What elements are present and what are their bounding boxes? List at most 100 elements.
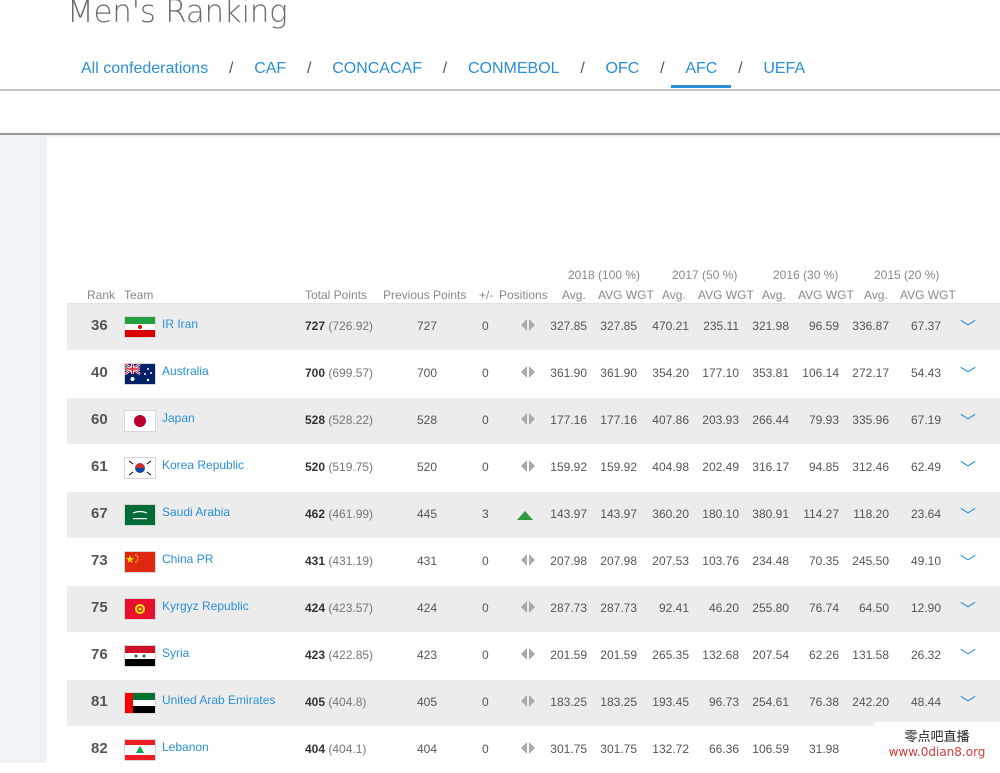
year-header-2016: 2016 (30 %) [773, 268, 839, 282]
year-value-cell: 132.72 [652, 742, 689, 756]
year-value-cell: 76.74 [808, 601, 839, 615]
korea-flag [124, 457, 156, 479]
chevron-down-icon[interactable]: ﹀ [960, 361, 976, 385]
column-header-avgwgt-2017: AVG WGT [698, 288, 754, 302]
year-value-cell: 266.44 [752, 413, 789, 427]
year-value-cell: 132.68 [702, 648, 739, 662]
team-link[interactable]: Korea Republic [162, 458, 244, 472]
tab-concacaf[interactable]: CONCACAF [318, 58, 436, 88]
china-flag [124, 551, 156, 573]
table-row[interactable]: 76 Syria 423 (422.85) 423 0 201.59 201.59 265.3… [67, 633, 1000, 679]
table-row[interactable]: 61 Korea Republic 520 (519.75) 520 0 159.92 15… [67, 445, 1000, 491]
chevron-down-icon[interactable]: ﹀ [960, 643, 976, 667]
team-link[interactable]: Saudi Arabia [162, 505, 230, 519]
year-value-cell: 92.41 [658, 601, 689, 615]
rank-cell: 73 [91, 552, 108, 569]
total-points-cell: 727 (726.92) [305, 319, 373, 333]
team-link[interactable]: Kyrgyz Republic [162, 599, 249, 613]
year-value-cell: 66.36 [708, 742, 739, 756]
left-gutter [0, 135, 47, 763]
plus-minus-cell: 0 [482, 648, 489, 662]
total-points-exact: (699.57) [328, 366, 374, 380]
plus-minus-cell: 0 [482, 554, 489, 568]
total-points-cell: 528 (528.22) [305, 413, 373, 427]
chevron-down-icon[interactable]: ﹀ [960, 314, 976, 338]
year-value-cell: 79.93 [808, 413, 839, 427]
plus-minus-cell: 0 [482, 601, 489, 615]
chevron-down-icon[interactable]: ﹀ [960, 690, 976, 714]
year-value-cell: 353.81 [752, 366, 789, 380]
chevron-down-icon[interactable]: ﹀ [960, 408, 976, 432]
total-points-exact: (423.57) [328, 601, 374, 615]
rank-cell: 81 [91, 693, 108, 710]
position-unchanged-icon [520, 319, 536, 334]
table-row[interactable]: 73 China PR 431 (431.19) 431 0 207.98 207.98 20… [67, 539, 1000, 585]
confederation-tabs: All confederations / CAF / CONCACAF / CO… [67, 58, 819, 92]
team-link[interactable]: IR Iran [162, 317, 198, 331]
team-link[interactable]: Japan [162, 411, 195, 425]
rank-cell: 82 [91, 740, 108, 757]
column-header-avgwgt-2016: AVG WGT [798, 288, 854, 302]
chevron-down-icon[interactable]: ﹀ [960, 502, 976, 526]
total-points-cell: 462 (461.99) [305, 507, 373, 521]
australia-flag [124, 363, 156, 385]
previous-points-cell: 528 [417, 413, 438, 427]
year-value-cell: 327.85 [600, 319, 637, 333]
team-link[interactable]: Syria [162, 646, 189, 660]
year-value-cell: 31.98 [808, 742, 839, 756]
year-value-cell: 48.44 [910, 695, 941, 709]
total-points-value: 700 [305, 366, 329, 380]
plus-minus-cell: 0 [482, 695, 489, 709]
year-value-cell: 207.98 [550, 554, 587, 568]
year-value-cell: 404.98 [652, 460, 689, 474]
previous-points-cell: 424 [417, 601, 438, 615]
column-header-positions: Positions [499, 288, 548, 302]
team-link[interactable]: China PR [162, 552, 213, 566]
team-link[interactable]: Lebanon [162, 740, 209, 754]
year-value-cell: 94.85 [808, 460, 839, 474]
column-header-team: Team [124, 288, 154, 302]
column-header-plus-minus: +/- [479, 288, 494, 302]
chevron-down-icon[interactable]: ﹀ [960, 549, 976, 573]
total-points-cell: 405 (404.8) [305, 695, 366, 709]
year-value-cell: 183.25 [600, 695, 637, 709]
chevron-down-icon[interactable]: ﹀ [960, 596, 976, 620]
year-value-cell: 265.35 [652, 648, 689, 662]
tab-ofc[interactable]: OFC [592, 58, 654, 88]
total-points-value: 404 [305, 742, 329, 756]
tab-separator: / [228, 60, 234, 77]
team-link[interactable]: Australia [162, 364, 209, 378]
year-value-cell: 301.75 [600, 742, 637, 756]
position-unchanged-icon [520, 695, 536, 710]
tab-conmebol[interactable]: CONMEBOL [454, 58, 574, 88]
table-row[interactable]: 75 Kyrgyz Republic 424 (423.57) 424 0 287.73 2… [67, 586, 1000, 632]
year-value-cell: 159.92 [600, 460, 637, 474]
rank-cell: 61 [91, 458, 108, 475]
tab-afc[interactable]: AFC [671, 58, 732, 88]
plus-minus-cell: 0 [482, 413, 489, 427]
tab-caf[interactable]: CAF [240, 58, 300, 88]
year-value-cell: 242.20 [852, 695, 889, 709]
year-value-cell: 203.93 [702, 413, 739, 427]
year-value-cell: 361.90 [550, 366, 587, 380]
tab-all-confederations[interactable]: All confederations [67, 58, 222, 88]
chevron-down-icon[interactable]: ﹀ [960, 455, 976, 479]
previous-points-cell: 727 [417, 319, 438, 333]
year-value-cell: 26.32 [910, 648, 941, 662]
year-value-cell: 321.98 [752, 319, 789, 333]
year-value-cell: 103.76 [702, 554, 739, 568]
table-row[interactable]: 81 United Arab Emirates 405 (404.8) 405 0 183… [67, 680, 1000, 726]
total-points-value: 528 [305, 413, 329, 427]
previous-points-cell: 445 [417, 507, 438, 521]
total-points-value: 462 [305, 507, 329, 521]
table-row[interactable]: 40 Australia 700 (699.57) 700 0 361.90 361.90 3… [67, 351, 1000, 397]
column-header-avg-2015: Avg. [864, 288, 888, 302]
tab-uefa[interactable]: UEFA [749, 58, 819, 88]
year-value-cell: 62.26 [808, 648, 839, 662]
table-row[interactable]: 36 IR Iran 727 (726.92) 727 0 327.85 327.85 470… [67, 304, 1000, 350]
year-value-cell: 245.50 [852, 554, 889, 568]
table-row[interactable]: 67 Saudi Arabia 462 (461.99) 445 3 143.97 143.… [67, 492, 1000, 538]
table-row[interactable]: 82 Lebanon 404 (404.1) 404 0 301.75 301.75 132.… [67, 727, 1000, 773]
team-link[interactable]: United Arab Emirates [162, 693, 275, 707]
table-row[interactable]: 60 Japan 528 (528.22) 528 0 177.16 177.16 407.8… [67, 398, 1000, 444]
